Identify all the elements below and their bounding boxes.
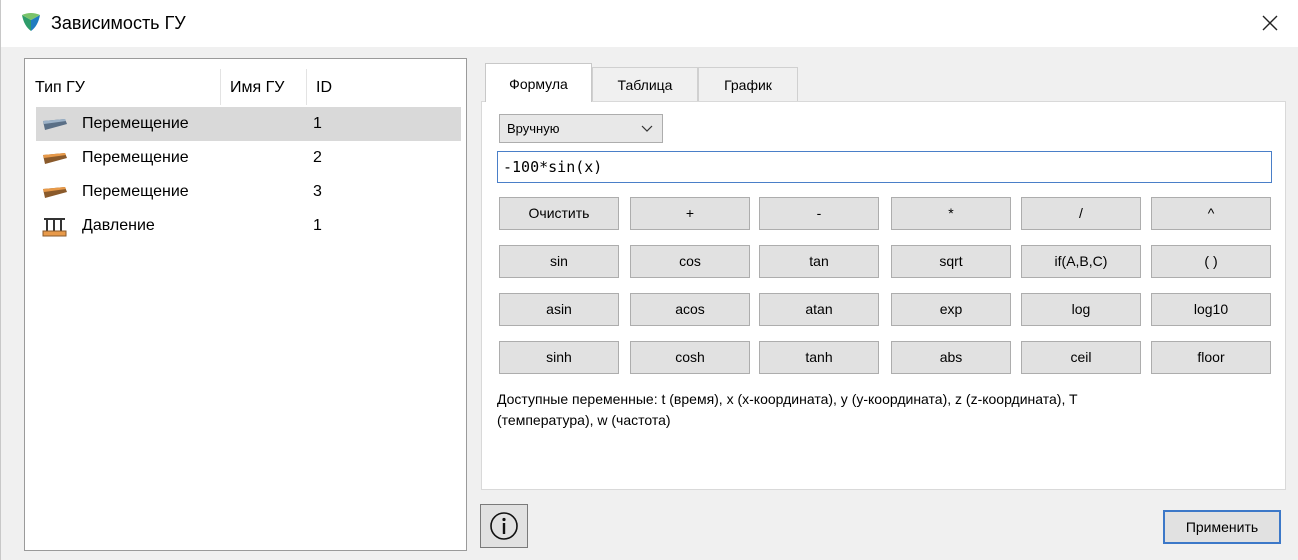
sin-button[interactable]: sin [499, 245, 619, 278]
chevron-down-icon [641, 125, 653, 132]
log10-button[interactable]: log10 [1151, 293, 1271, 326]
list-item-type: Перемещение [82, 183, 189, 200]
list-item-type: Давление [82, 217, 155, 234]
close-icon [1262, 15, 1278, 31]
list-item-id: 2 [313, 149, 322, 166]
list-item-type: Перемещение [82, 115, 189, 132]
displacement-icon [43, 153, 67, 164]
list-item[interactable]: Перемещение 2 [36, 141, 461, 175]
pressure-icon [42, 218, 67, 237]
displacement-icon [43, 187, 67, 198]
available-variables-line: (температура), w (частота) [497, 412, 671, 428]
list-header: Тип ГУ Имя ГУ ID [25, 59, 466, 107]
column-header-name[interactable]: Имя ГУ [230, 78, 284, 98]
multiply-button[interactable]: * [891, 197, 1011, 230]
info-button[interactable] [480, 504, 528, 548]
list-item[interactable]: Перемещение 3 [36, 175, 461, 209]
divide-button[interactable]: / [1021, 197, 1141, 230]
title-bar: Зависимость ГУ [1, 0, 1298, 47]
apply-button[interactable]: Применить [1163, 510, 1281, 544]
close-button[interactable] [1255, 8, 1285, 38]
column-header-type[interactable]: Тип ГУ [35, 78, 85, 98]
mode-select[interactable]: Вручную [499, 114, 663, 143]
tab-graph[interactable]: График [698, 67, 798, 101]
list-item-id: 1 [313, 217, 322, 234]
window-title: Зависимость ГУ [51, 13, 186, 33]
formula-tab-page: Вручную -100*sin(x) Очистить + - * / ^ s… [481, 101, 1286, 490]
list-item[interactable]: Перемещение 1 [36, 107, 461, 141]
acos-button[interactable]: acos [630, 293, 750, 326]
list-item[interactable]: Давление 1 [36, 209, 461, 243]
formula-input[interactable]: -100*sin(x) [497, 151, 1272, 183]
if-button[interactable]: if(A,B,C) [1021, 245, 1141, 278]
clear-button[interactable]: Очистить [499, 197, 619, 230]
abs-button[interactable]: abs [891, 341, 1011, 374]
column-divider[interactable] [220, 69, 221, 105]
sinh-button[interactable]: sinh [499, 341, 619, 374]
minus-button[interactable]: - [759, 197, 879, 230]
asin-button[interactable]: asin [499, 293, 619, 326]
displacement-icon [43, 119, 67, 130]
list-item-type: Перемещение [82, 149, 189, 166]
mode-select-value: Вручную [507, 121, 560, 136]
exp-button[interactable]: exp [891, 293, 1011, 326]
list-item-id: 1 [313, 115, 322, 132]
boundary-conditions-list[interactable]: Тип ГУ Имя ГУ ID Перемещение 1 Перемещен… [24, 58, 467, 551]
app-logo-icon [22, 13, 40, 31]
list-item-id: 3 [313, 183, 322, 200]
cosh-button[interactable]: cosh [630, 341, 750, 374]
log-button[interactable]: log [1021, 293, 1141, 326]
atan-button[interactable]: atan [759, 293, 879, 326]
plus-button[interactable]: + [630, 197, 750, 230]
dialog-window: Зависимость ГУ Тип ГУ Имя ГУ ID Перемеще… [0, 0, 1298, 560]
column-header-id[interactable]: ID [316, 78, 332, 98]
parentheses-button[interactable]: ( ) [1151, 245, 1271, 278]
cos-button[interactable]: cos [630, 245, 750, 278]
column-divider[interactable] [306, 69, 307, 105]
tab-table[interactable]: Таблица [592, 67, 698, 101]
available-variables-text: Доступные переменные: t (время), x (x-ко… [497, 389, 1277, 431]
info-icon [490, 512, 518, 540]
ceil-button[interactable]: ceil [1021, 341, 1141, 374]
tab-formula[interactable]: Формула [485, 63, 592, 102]
tanh-button[interactable]: tanh [759, 341, 879, 374]
floor-button[interactable]: floor [1151, 341, 1271, 374]
available-variables-line: Доступные переменные: t (время), x (x-ко… [497, 391, 1078, 407]
power-button[interactable]: ^ [1151, 197, 1271, 230]
tan-button[interactable]: tan [759, 245, 879, 278]
sqrt-button[interactable]: sqrt [891, 245, 1011, 278]
